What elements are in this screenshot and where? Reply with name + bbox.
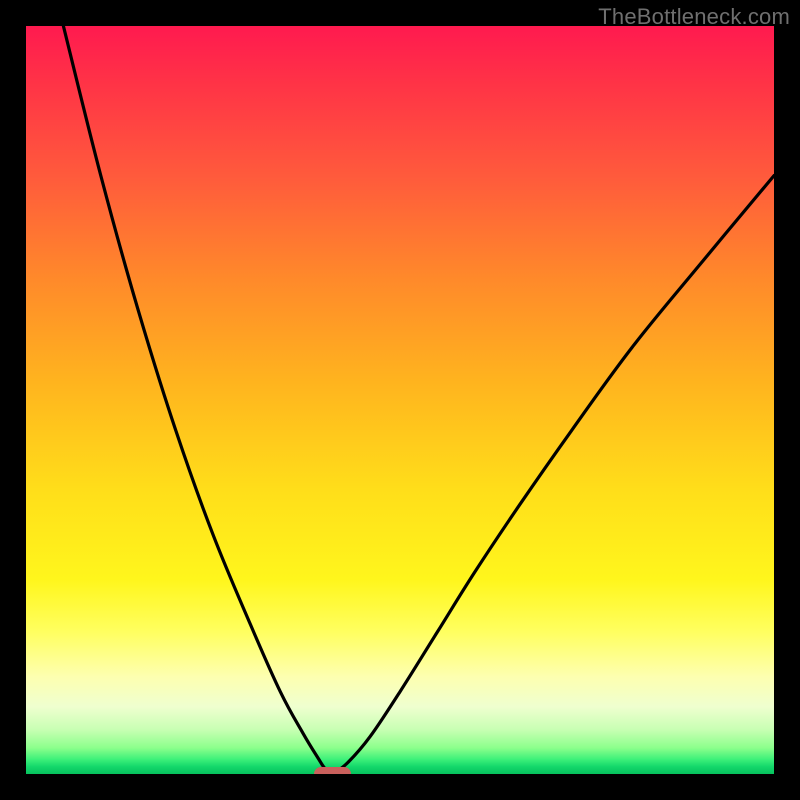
watermark-text: TheBottleneck.com — [598, 4, 790, 30]
curve-right-branch — [333, 176, 774, 774]
plot-frame — [26, 26, 774, 774]
bottleneck-curve — [26, 26, 774, 774]
curve-left-branch — [63, 26, 332, 774]
optimum-marker — [314, 767, 351, 774]
